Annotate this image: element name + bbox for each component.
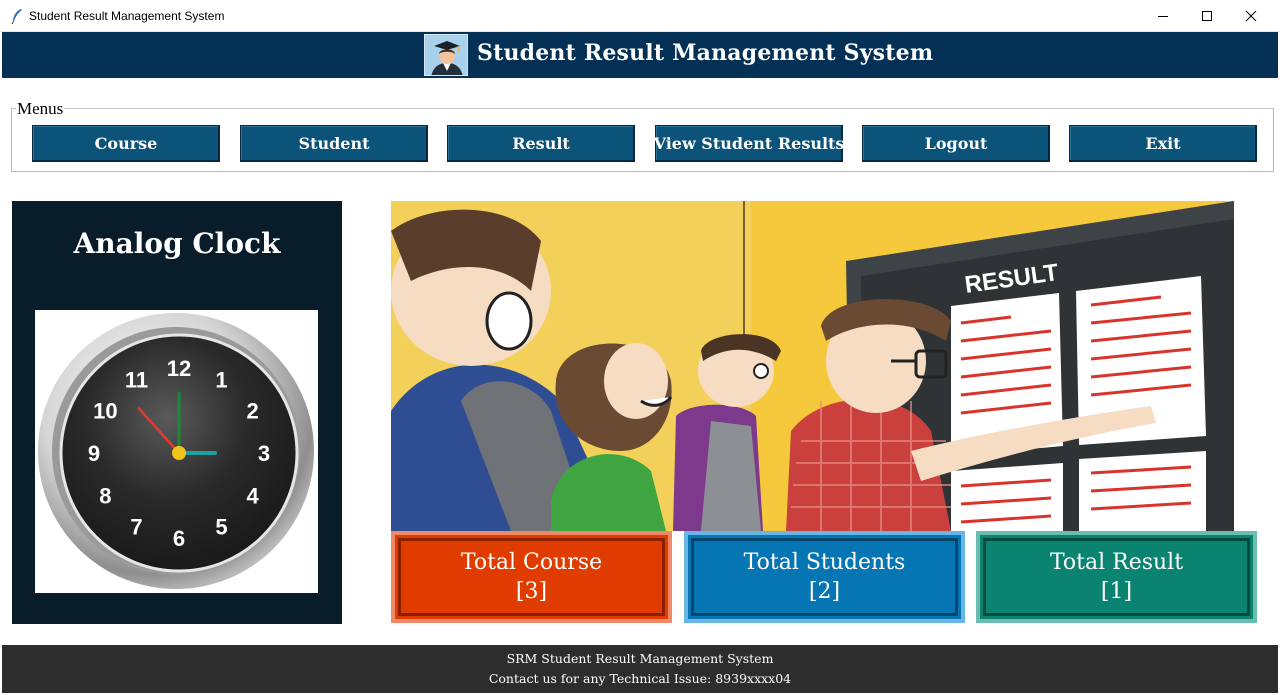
total-students-label: Total Students	[743, 550, 906, 575]
clock-numeral: 9	[88, 441, 100, 466]
app-title: Student Result Management System	[477, 40, 934, 66]
footer-contact: Contact us for any Technical Issue: 8939…	[488, 671, 792, 686]
minimize-icon	[1158, 16, 1168, 17]
total-students-card: Total Students [2]	[684, 531, 965, 623]
clock-numeral: 7	[130, 515, 142, 540]
clock-numeral: 8	[99, 484, 111, 509]
student-button[interactable]: Student	[240, 125, 428, 162]
exit-button[interactable]: Exit	[1069, 125, 1257, 162]
footer-title: SRM Student Result Management System	[506, 651, 774, 666]
graduate-avatar-icon	[424, 34, 468, 76]
maximize-button[interactable]	[1185, 0, 1229, 32]
total-result-card: Total Result [1]	[976, 531, 1257, 623]
total-course-card: Total Course [3]	[391, 531, 672, 623]
close-icon	[1245, 10, 1257, 22]
clock-numeral: 6	[173, 526, 185, 551]
logout-button[interactable]: Logout	[862, 125, 1050, 162]
total-course-label: Total Course	[460, 550, 603, 575]
minimize-button[interactable]	[1141, 0, 1185, 32]
clock-numeral: 2	[246, 399, 258, 424]
clock-panel: Analog Clock 12 1 2 3 4 5 6 7 8 9 10 11	[12, 201, 342, 624]
clock-title: Analog Clock	[73, 227, 281, 260]
maximize-icon	[1202, 11, 1212, 21]
total-students-value: [2]	[808, 579, 841, 604]
analog-clock: 12 1 2 3 4 5 6 7 8 9 10 11	[35, 310, 318, 593]
clock-numeral: 12	[167, 356, 191, 381]
result-banner-illustration: RESULT	[391, 201, 1234, 531]
clock-center-pin	[172, 446, 186, 460]
clock-numeral: 5	[215, 515, 227, 540]
clock-numeral: 10	[93, 399, 117, 424]
view-student-results-button[interactable]: View Student Results	[654, 125, 844, 162]
total-course-value: [3]	[515, 579, 548, 604]
close-window-button[interactable]	[1229, 0, 1273, 32]
feather-icon	[11, 9, 22, 24]
clock-numeral: 3	[258, 441, 270, 466]
course-button[interactable]: Course	[32, 125, 220, 162]
window-titlebar: Student Result Management System	[0, 0, 1280, 32]
window-title: Student Result Management System	[29, 9, 225, 23]
app-header: Student Result Management System	[2, 32, 1278, 78]
clock-numeral: 11	[125, 367, 148, 392]
clock-numeral: 1	[215, 367, 227, 392]
menus-label: Menus	[16, 99, 65, 119]
result-button[interactable]: Result	[447, 125, 635, 162]
footer: SRM Student Result Management System Con…	[2, 645, 1278, 693]
clock-numeral: 4	[246, 484, 259, 509]
total-result-value: [1]	[1100, 579, 1133, 604]
total-result-label: Total Result	[1049, 550, 1184, 575]
